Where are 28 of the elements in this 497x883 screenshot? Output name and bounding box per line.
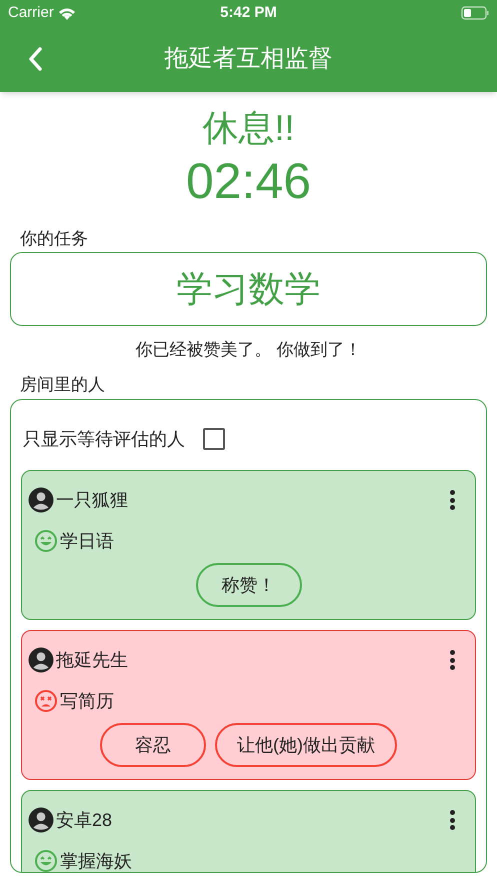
timer: 02:46	[186, 152, 312, 210]
person-name: 拖延先生	[56, 648, 129, 672]
wifi-icon	[58, 6, 76, 20]
battery-icon	[461, 6, 489, 20]
carrier-label: Carrier	[8, 2, 54, 23]
user-avatar-icon	[28, 487, 54, 513]
sad-face-icon	[34, 689, 58, 713]
person-task: 掌握海妖	[60, 850, 132, 872]
section-label: 房间里的人	[20, 375, 105, 394]
user-avatar-icon	[28, 647, 54, 673]
filter-label: 只显示等待评估的人	[23, 428, 185, 450]
person-task: 写简历	[60, 690, 114, 712]
task-text: 学习数学	[176, 267, 320, 311]
clock: 5:42 PM	[220, 4, 277, 21]
filter-checkbox[interactable]	[203, 428, 225, 450]
action-button[interactable]: 容忍	[100, 723, 206, 767]
state-title: 休息!!	[202, 106, 294, 150]
action-button[interactable]: 让他(她)做出贡献	[215, 723, 397, 767]
section-label: 你的任务	[20, 229, 88, 248]
user-avatar-icon	[28, 807, 54, 833]
action-button[interactable]: 称赞！	[196, 563, 302, 607]
person-task: 学日语	[60, 530, 114, 552]
person-name: 安卓28	[56, 808, 114, 832]
person-name: 一只狐狸	[56, 488, 129, 512]
message-text: 你已经被赞美了。 你做到了！	[136, 340, 362, 359]
page-title: 拖延者互相监督	[164, 45, 332, 72]
smiley-face-icon	[34, 529, 58, 553]
smiley-face-icon	[34, 849, 58, 872]
